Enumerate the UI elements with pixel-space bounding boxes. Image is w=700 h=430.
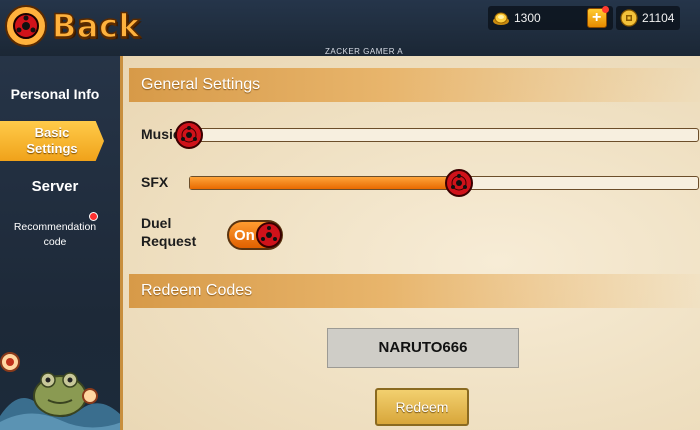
coin-icon [620,9,638,27]
sidebar-item-recommendation-code[interactable]: Recommendation code [0,212,110,250]
gold-ingot-icon [493,12,509,25]
sidebar-item-label-line2: code [43,236,67,248]
sidebar-item-label-line1: Recommendation [13,221,97,233]
duel-request-label: Duel Request [141,214,196,250]
section-title: General Settings [141,76,261,93]
sfx-label: SFX [141,174,169,190]
currency-primary: 1300 + [488,6,613,30]
toggle-state-label: On [234,227,255,244]
frog-icon [0,352,122,430]
sidebar-item-label: Server [31,178,79,195]
top-bar: Back ZACKER GAMER A 1300 + 21104 [0,0,700,56]
currency-secondary: 21104 [616,6,681,30]
redeem-code-input[interactable]: NARUTO666 [327,328,519,368]
section-header-redeem: Redeem Codes [129,274,700,308]
music-slider[interactable] [189,128,699,142]
sidebar: Personal Info Basic Settings Server Reco… [0,56,122,430]
section-header-general: General Settings [129,68,700,102]
currency-secondary-value: 21104 [642,11,675,25]
redeem-button[interactable]: Redeem [375,388,469,426]
plus-icon: + [592,9,602,26]
duel-label-line1: Duel [141,215,172,231]
notification-dot [89,212,98,221]
watermark-text: ZACKER GAMER A [325,47,404,56]
sidebar-item-personal-info[interactable]: Personal Info [0,86,110,102]
duel-request-toggle[interactable]: On [227,220,283,250]
sidebar-item-label-line2: Settings [26,141,78,156]
music-slider-knob[interactable] [174,120,204,150]
add-currency-button[interactable]: + [586,6,609,28]
sidebar-item-label-line1: Basic [34,125,70,140]
currency-primary-value: 1300 [514,11,541,25]
duel-label-line2: Request [141,233,197,249]
sidebar-item-basic-settings[interactable]: Basic Settings [0,121,104,161]
sfx-slider-knob[interactable] [444,168,474,198]
sharingan-back-icon [5,5,47,47]
back-button[interactable]: Back [4,2,140,50]
sfx-slider-fill [190,177,460,189]
settings-panel: General Settings Music SFX Duel Request … [120,56,700,430]
back-label: Back [51,6,141,46]
section-title: Redeem Codes [141,282,253,299]
sharingan-knob-icon [256,222,282,248]
sidebar-item-server[interactable]: Server [0,178,110,195]
sidebar-item-label: Personal Info [10,86,100,102]
notification-dot [601,6,609,13]
